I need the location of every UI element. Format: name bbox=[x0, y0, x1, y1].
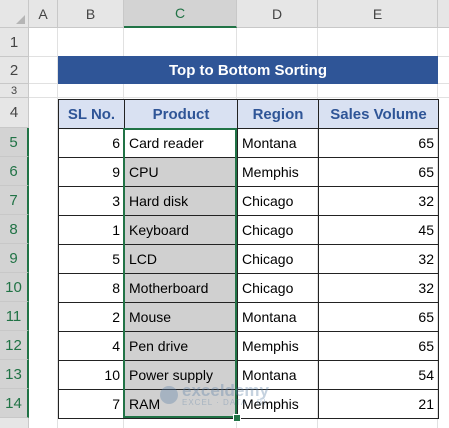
spreadsheet-grid: A B C D E 1 2 3 4 5 6 7 8 9 10 11 12 13 … bbox=[0, 0, 449, 428]
select-all-corner[interactable] bbox=[0, 0, 29, 28]
column-header-a[interactable]: A bbox=[29, 0, 58, 28]
table-row: 2 Mouse Montana 65 bbox=[58, 302, 439, 332]
cell-region[interactable]: Montana bbox=[237, 360, 319, 390]
table-row: 7 RAM Memphis 21 bbox=[58, 389, 439, 419]
row-header-2[interactable]: 2 bbox=[0, 57, 29, 84]
cell-sales-volume[interactable]: 65 bbox=[318, 128, 439, 158]
sheet-title[interactable]: Top to Bottom Sorting bbox=[58, 56, 438, 84]
row-header-7[interactable]: 7 bbox=[0, 186, 29, 215]
header-sales-volume[interactable]: Sales Volume bbox=[318, 99, 439, 129]
cell-sales-volume[interactable]: 65 bbox=[318, 302, 439, 332]
cell-region[interactable]: Chicago bbox=[237, 273, 319, 303]
table-row: 8 Motherboard Chicago 32 bbox=[58, 273, 439, 303]
gridline bbox=[29, 97, 449, 98]
cell-sl-no[interactable]: 10 bbox=[58, 360, 125, 390]
cell-sales-volume[interactable]: 45 bbox=[318, 215, 439, 245]
cell-product[interactable]: Power supply bbox=[124, 360, 238, 390]
row-header-5[interactable]: 5 bbox=[0, 128, 29, 157]
cell-sl-no[interactable]: 9 bbox=[58, 157, 125, 187]
row-header-6[interactable]: 6 bbox=[0, 157, 29, 186]
cell-sl-no[interactable]: 4 bbox=[58, 331, 125, 361]
row-header-14[interactable]: 14 bbox=[0, 389, 29, 418]
cell-sl-no[interactable]: 5 bbox=[58, 244, 125, 274]
cell-sl-no[interactable]: 3 bbox=[58, 186, 125, 216]
header-product[interactable]: Product bbox=[124, 99, 238, 129]
cell-product[interactable]: Motherboard bbox=[124, 273, 238, 303]
row-header-15[interactable] bbox=[0, 418, 29, 428]
cell-region[interactable]: Montana bbox=[237, 302, 319, 332]
select-all-triangle-icon bbox=[16, 15, 25, 24]
header-sl-no[interactable]: SL No. bbox=[58, 99, 125, 129]
cell-region[interactable]: Memphis bbox=[237, 389, 319, 419]
table-row: 3 Hard disk Chicago 32 bbox=[58, 186, 439, 216]
cell-sales-volume[interactable]: 65 bbox=[318, 331, 439, 361]
cell-region[interactable]: Montana bbox=[237, 128, 319, 158]
cell-sales-volume[interactable]: 32 bbox=[318, 273, 439, 303]
cell-product[interactable]: Keyboard bbox=[124, 215, 238, 245]
cell-product[interactable]: CPU bbox=[124, 157, 238, 187]
cell-sl-no[interactable]: 8 bbox=[58, 273, 125, 303]
cell-product-active[interactable]: Card reader bbox=[124, 128, 238, 158]
row-header-10[interactable]: 10 bbox=[0, 273, 29, 302]
table-row: 5 LCD Chicago 32 bbox=[58, 244, 439, 274]
cell-product[interactable]: RAM bbox=[124, 389, 238, 419]
cell-sales-volume[interactable]: 32 bbox=[318, 244, 439, 274]
column-header-e[interactable]: E bbox=[318, 0, 438, 28]
fill-handle[interactable] bbox=[233, 414, 241, 422]
cell-region[interactable]: Chicago bbox=[237, 215, 319, 245]
column-header-c[interactable]: C bbox=[124, 0, 237, 28]
cell-sl-no[interactable]: 2 bbox=[58, 302, 125, 332]
cell-region[interactable]: Chicago bbox=[237, 186, 319, 216]
table-row: 9 CPU Memphis 65 bbox=[58, 157, 439, 187]
row-header-3[interactable]: 3 bbox=[0, 84, 29, 98]
cell-product[interactable]: Hard disk bbox=[124, 186, 238, 216]
cell-region[interactable]: Memphis bbox=[237, 331, 319, 361]
row-header-12[interactable]: 12 bbox=[0, 331, 29, 360]
cell-region[interactable]: Chicago bbox=[237, 244, 319, 274]
header-region[interactable]: Region bbox=[237, 99, 319, 129]
column-header-f[interactable] bbox=[438, 0, 449, 28]
cell-sales-volume[interactable]: 54 bbox=[318, 360, 439, 390]
row-header-9[interactable]: 9 bbox=[0, 244, 29, 273]
table-row: 10 Power supply Montana 54 bbox=[58, 360, 439, 390]
table-row: 1 Keyboard Chicago 45 bbox=[58, 215, 439, 245]
row-header-11[interactable]: 11 bbox=[0, 302, 29, 331]
table-row: 4 Pen drive Memphis 65 bbox=[58, 331, 439, 361]
cell-product[interactable]: Mouse bbox=[124, 302, 238, 332]
row-header-4[interactable]: 4 bbox=[0, 98, 29, 128]
row-header-8[interactable]: 8 bbox=[0, 215, 29, 244]
cell-sl-no[interactable]: 1 bbox=[58, 215, 125, 245]
cell-sl-no[interactable]: 7 bbox=[58, 389, 125, 419]
column-header-d[interactable]: D bbox=[237, 0, 318, 28]
cell-product[interactable]: Pen drive bbox=[124, 331, 238, 361]
table-row: 6 Card reader Montana 65 bbox=[58, 128, 439, 158]
table-header-row: SL No. Product Region Sales Volume bbox=[58, 99, 439, 129]
data-table: SL No. Product Region Sales Volume 6 Car… bbox=[58, 99, 439, 419]
cell-sl-no[interactable]: 6 bbox=[58, 128, 125, 158]
cell-sales-volume[interactable]: 21 bbox=[318, 389, 439, 419]
cell-product[interactable]: LCD bbox=[124, 244, 238, 274]
cell-sales-volume[interactable]: 65 bbox=[318, 157, 439, 187]
cell-region[interactable]: Memphis bbox=[237, 157, 319, 187]
row-header-1[interactable]: 1 bbox=[0, 28, 29, 57]
row-header-13[interactable]: 13 bbox=[0, 360, 29, 389]
column-header-b[interactable]: B bbox=[58, 0, 124, 28]
cell-sales-volume[interactable]: 32 bbox=[318, 186, 439, 216]
